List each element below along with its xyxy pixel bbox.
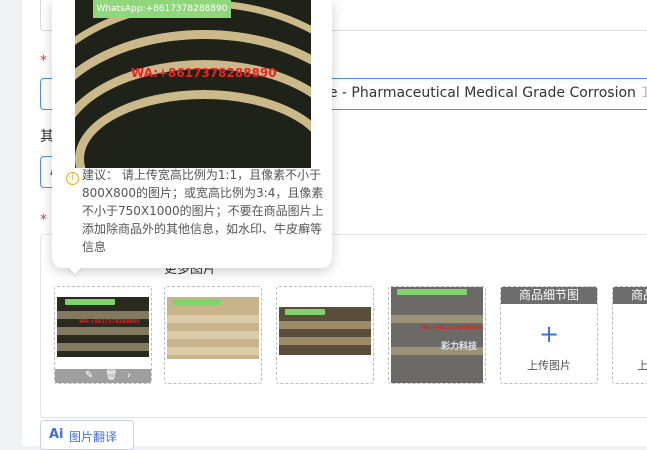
title-char-count: 1 (641, 85, 647, 101)
upload-image-slot[interactable]: 商品 上 (612, 286, 647, 384)
chevron-right-icon[interactable]: › (127, 370, 131, 381)
trash-icon[interactable]: 🗑 (105, 370, 118, 381)
product-title-value: ose - Pharmaceutical Medical Grade Corro… (313, 85, 636, 101)
preview-image: WhatsApp:+8617378288890 WA:+861737828889… (75, 0, 311, 168)
upload-label: 上 (637, 359, 647, 372)
thumbnail-sign-text: 彩力科技 (441, 342, 478, 352)
ai-logo-icon: Ai (49, 427, 64, 442)
required-mark: * (40, 53, 47, 69)
required-mark-images: * (40, 212, 47, 228)
slot-header: 商品 (613, 287, 647, 304)
preview-watermark-red: WA:+8617378288890 (131, 66, 277, 80)
image-thumbnail[interactable] (276, 286, 374, 384)
slot-header: 商品细节图 (501, 287, 597, 304)
pencil-icon[interactable]: ✎ (85, 370, 93, 381)
thumbnail-watermark: WA:+8617378288890 (79, 319, 140, 325)
upload-tip-text: 建议： 请上传宽高比例为1:1，且像素不小于800X800的图片；或宽高比例为3… (82, 168, 324, 254)
image-thumbnail[interactable]: WA:+8617378288890 彩力科技 (388, 286, 486, 384)
upload-label: 上传图片 (527, 359, 571, 372)
image-preview-popover: WhatsApp:+8617378288890 WA:+861737828889… (52, 0, 332, 275)
image-translate-label: 图片翻译 (69, 430, 118, 444)
plus-icon: + (538, 320, 560, 348)
thumbnail-toolbar: ✎ 🗑 › (55, 369, 151, 383)
main-image-thumbnail[interactable]: WA:+8617378288890 ✎ 🗑 › (54, 286, 152, 384)
info-icon: i (66, 172, 79, 185)
upload-detail-image-slot[interactable]: 商品细节图 + 上传图片 (500, 286, 598, 384)
thumbnail-watermark: WA:+8617378288890 (421, 325, 482, 331)
preview-watermark-top: WhatsApp:+8617378288890 (93, 0, 231, 18)
image-thumbnail[interactable] (164, 286, 262, 384)
